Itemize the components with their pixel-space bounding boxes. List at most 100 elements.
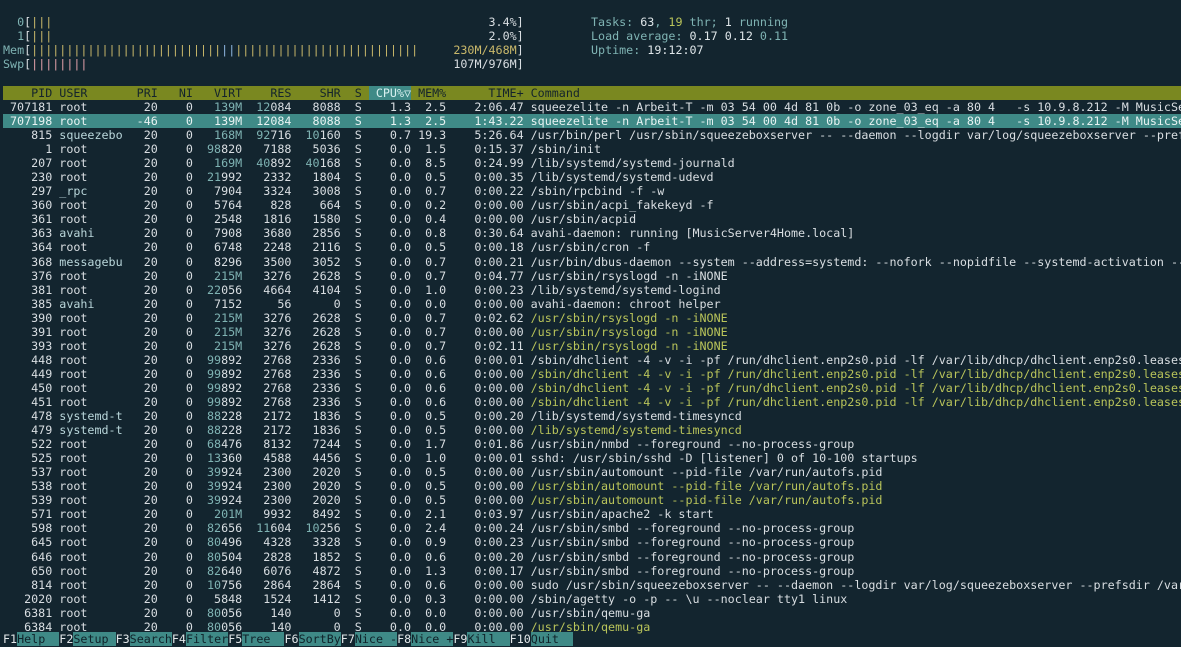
fkey-f3[interactable]: F3 [116,632,130,646]
column-pri[interactable]: PRI [137,86,158,100]
process-row[interactable]: 571 root 20 0 201M 9932 8492 S 0.0 2.1 0:03.97/usr… [3,507,1181,521]
column-ni[interactable]: NI [165,86,193,100]
fkey-nice-button[interactable]: Nice + [411,632,453,647]
fkey-sortby-button[interactable]: SortBy [298,632,341,647]
cell-state: S [354,324,362,339]
fkey-search-button[interactable]: Search [129,632,172,647]
fkey-f6[interactable]: F6 [284,632,298,646]
column-pid[interactable]: PID [3,86,52,100]
fkey-f7[interactable]: F7 [341,632,355,646]
process-row[interactable]: 650 root 20 0 82640 6076 4872 S 0.0 1.3 0:00.17/us… [3,564,1181,578]
cell-time: 0:00.35 [474,170,524,185]
cell-pri: 20 [143,324,158,339]
fkey-f8[interactable]: F8 [397,632,411,646]
cell-user: root [59,605,88,620]
fkey-quit-button[interactable]: Quit [530,632,574,647]
process-row[interactable]: 707198 root -46 0 139M 12084 8088 S 1.3 2.5 1:43.2… [3,114,1181,129]
process-row[interactable]: 814 root 20 0 10756 2864 2864 S 0.0 0.6 0:00.00 sud… [3,578,1181,592]
meter-0: 0[||| 3.4%] [3,15,524,29]
fkey-filter-button[interactable]: Filter [185,632,228,647]
process-row[interactable]: 707181 root 20 0 139M 12084 8088 S 1.3 2.5 2:06.47… [3,100,1181,114]
process-row[interactable]: 230 root 20 0 21992 2332 1804 S 0.0 0.5 0:00.35/li… [3,170,1181,184]
fkey-f9[interactable]: F9 [453,632,467,646]
process-row[interactable]: 525 root 20 0 13360 4588 4456 S 0.0 1.0 0:00.01 ssh… [3,451,1181,465]
column-command[interactable]: Command [531,86,580,100]
fkey-f5[interactable]: F5 [228,632,242,646]
fkey-kill-button[interactable]: Kill [467,632,510,647]
fkey-f2[interactable]: F2 [59,632,73,646]
process-list[interactable]: 707181 root 20 0 139M 12084 8088 S 1.3 2.5 2:06.47… [3,100,1181,634]
fkey-nice-button[interactable]: Nice - [354,632,397,647]
process-row[interactable]: 522 root 20 0 68476 8132 7244 S 0.0 1.7 0:01.86/us… [3,437,1181,451]
process-row[interactable]: 390 root 20 0 215M 3276 2628 S 0.0 0.7 0:02.62/usr… [3,311,1181,325]
process-row[interactable]: 448 root 20 0 99892 2768 2336 S 0.0 0.6 0:00.01/sb… [3,353,1181,367]
cell-time: 0:15.37 [474,142,524,157]
process-row[interactable]: 537 root 20 0 39924 2300 2020 S 0.0 0.5 0:00.00/us… [3,465,1181,479]
cell-pid: 393 [31,338,53,353]
process-row[interactable]: 450 root 20 0 99892 2768 2336 S 0.0 0.6 0:00.00/sb… [3,381,1181,395]
column-virt[interactable]: VIRT [200,86,242,100]
process-row[interactable]: 539 root 20 0 39924 2300 2020 S 0.0 0.5 0:00.00/us… [3,493,1181,507]
fkey-help-button[interactable]: Help [17,632,60,647]
cell-shr: 2856 [312,226,341,241]
process-row[interactable]: 368 messagebu 20 0 8296 3500 3052 S 0.0 0.7 0:00.2… [3,255,1181,269]
column-shr[interactable]: SHR [298,86,341,100]
cell-user: root [59,142,88,157]
cell-shr: 2628 [312,324,341,339]
cell-pid: 391 [31,324,53,339]
process-row[interactable]: 478 systemd-t 20 0 88228 2172 1836 S 0.0 0.5 0:00.… [3,409,1181,423]
process-row[interactable]: 479 systemd-t 20 0 88228 2172 1836 S 0.0 0.5 0:00.… [3,423,1181,437]
cell-command: /usr/sbin/smbd --foreground --no-process… [530,535,855,550]
process-row[interactable]: 645 root 20 0 80496 4328 3328 S 0.0 0.9 0:00.23/us… [3,535,1181,549]
process-row[interactable]: 449 root 20 0 99892 2768 2336 S 0.0 0.6 0:00.00/sb… [3,367,1181,381]
cell-mem: 0.0 [425,605,447,620]
cell-pid: 368 [31,254,53,269]
process-row[interactable]: 6381 root 20 0 80056 140 0 S 0.0 0.0 0:00.00/usr/s… [3,606,1181,620]
column-s[interactable]: S [348,86,362,100]
cell-user: root [59,240,88,255]
process-row[interactable]: 393 root 20 0 215M 3276 2628 S 0.0 0.7 0:02.11/usr… [3,339,1181,353]
process-row[interactable]: 815 squeezebo 20 0 168M 92716 10160 S 0.7 19.3 5:2… [3,128,1181,142]
column-mem[interactable]: MEM% [411,86,446,100]
cell-command: avahi-daemon: chroot helper [530,296,721,311]
cell-shr: 1836 [312,423,341,438]
process-row[interactable]: 2020 root 20 0 5848 1524 1412 S 0.0 0.3 0:00.00/sb… [3,592,1181,606]
process-row[interactable]: 646 root 20 0 80504 2828 1852 S 0.0 0.6 0:00.20/us… [3,550,1181,564]
cell-command: /usr/sbin/rsyslogd -n -iNONE [530,338,728,353]
process-row[interactable]: 598 root 20 0 82656 11604 10256 S 0.0 2.4 0:00.24 /… [3,521,1181,535]
process-row[interactable]: 360 root 20 0 5764 828 664 S 0.0 0.2 0:00.00/usr/s… [3,198,1181,212]
column-time[interactable]: TIME+ [453,86,523,100]
fkey-f4[interactable]: F4 [172,632,186,646]
process-row[interactable]: 1 root 20 0 98820 7188 5036 S 0.0 1.5 0:15.37/sbin… [3,142,1181,156]
cell-time: 0:00.00 [474,198,524,213]
cell-virt: 13360 [207,451,243,466]
cell-pri: 20 [143,156,158,171]
process-row[interactable]: 207 root 20 0 169M 40892 40168 S 0.0 8.5 0:24.99/l… [3,156,1181,170]
column-cpu[interactable]: CPU%▽ [368,86,412,101]
cell-user: root [59,100,88,114]
cell-cpu: 0.0 [389,212,412,227]
process-row[interactable]: 363 avahi 20 0 7908 3680 2856 S 0.0 0.8 0:30.64 ava… [3,226,1181,240]
cell-cpu: 0.0 [389,226,412,241]
cell-shr: 2336 [312,366,341,381]
cell-pid: 537 [31,465,53,480]
meter-open-bracket: [ [24,43,32,58]
column-res[interactable]: RES [249,86,291,100]
process-row[interactable]: 364 root 20 0 6748 2248 2116 S 0.0 0.5 0:00.18/usr… [3,240,1181,254]
process-row[interactable]: 385 avahi 20 0 7152 56 0 S 0.0 0.0 0:00.00 avahi-da… [3,297,1181,311]
fkey-setup-button[interactable]: Setup [73,632,116,647]
process-row[interactable]: 381 root 20 0 22056 4664 4104 S 0.0 1.0 0:00.23/li… [3,283,1181,297]
process-row[interactable]: 538 root 20 0 39924 2300 2020 S 0.0 0.5 0:00.00/us… [3,479,1181,493]
fkey-tree-button[interactable]: Tree [242,632,285,647]
cell-ni: 0 [185,380,193,395]
fkey-f1[interactable]: F1 [3,632,17,646]
column-user[interactable]: USER [59,86,129,100]
process-row[interactable]: 391 root 20 0 215M 3276 2628 S 0.0 0.7 0:00.00/usr… [3,325,1181,339]
process-row[interactable]: 376 root 20 0 215M 3276 2628 S 0.0 0.7 0:04.77/usr… [3,269,1181,283]
fkey-f10[interactable]: F10 [510,632,531,646]
process-row[interactable]: 361 root 20 0 2548 1816 1580 S 0.0 0.4 0:00.00/usr… [3,212,1181,226]
cell-state: S [354,100,362,114]
meter-open-bracket: [ [24,15,32,29]
process-row[interactable]: 451 root 20 0 99892 2768 2336 S 0.0 0.6 0:00.00/sb… [3,395,1181,409]
process-row[interactable]: 297 _rpc 20 0 7904 3324 3008 S 0.0 0.7 0:00.22/sbi… [3,184,1181,198]
